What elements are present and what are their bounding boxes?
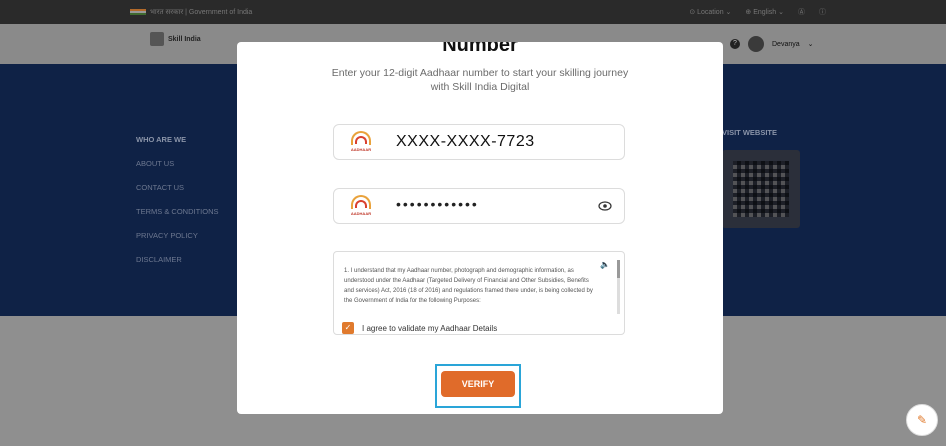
masked-value: •••••••••••• [396, 196, 479, 212]
footer-link[interactable]: DISCLAIMER [136, 248, 219, 272]
footer-link[interactable]: PRIVACY POLICY [136, 224, 219, 248]
accessibility-icon[interactable]: Ⓐ [798, 7, 805, 17]
footer-links: WHO ARE WE ABOUT US CONTACT US TERMS & C… [136, 128, 219, 272]
chat-icon[interactable]: ✎ [906, 404, 938, 436]
aadhaar-logo-icon: AADHAAR [348, 195, 374, 219]
consent-scrollbar[interactable] [617, 260, 620, 314]
consent-box[interactable]: 1. I understand that my Aadhaar number, … [333, 251, 625, 335]
footer-link[interactable]: ABOUT US [136, 152, 219, 176]
help-icon[interactable]: ? [730, 39, 740, 49]
user-name[interactable]: Devanya [772, 41, 800, 48]
eye-icon[interactable] [598, 200, 612, 212]
government-bar: भारत सरकार | Government of India ⊙ Locat… [0, 0, 946, 24]
aadhaar-number-field[interactable]: AADHAAR XXXX-XXXX-7723 [333, 124, 625, 160]
modal-subtitle: Enter your 12-digit Aadhaar number to st… [331, 67, 629, 93]
india-flag-icon [130, 9, 146, 15]
aadhaar-modal: Number Enter your 12-digit Aadhaar numbe… [237, 42, 723, 414]
aadhaar-number-value: XXXX-XXXX-7723 [396, 133, 535, 150]
speaker-icon[interactable]: 🔈 [600, 260, 610, 269]
gov-bar-text: भारत सरकार | Government of India [150, 8, 253, 16]
verify-highlight: VERIFY [435, 364, 521, 408]
avatar[interactable] [748, 36, 764, 52]
modal-title: Number [442, 42, 518, 56]
emblem-icon [150, 32, 164, 46]
aadhaar-logo-icon: AADHAAR [348, 131, 374, 155]
footer-section-title: WHO ARE WE [136, 135, 187, 144]
language-selector[interactable]: ⊕ English ⌄ [745, 8, 784, 16]
consent-text: 1. I understand that my Aadhaar number, … [344, 268, 593, 304]
footer-link[interactable]: CONTACT US [136, 176, 219, 200]
info-icon[interactable]: ⓘ [819, 7, 826, 17]
visit-website-title: VISIT WEBSITE [722, 128, 778, 137]
qr-code [722, 150, 800, 228]
agree-checkbox[interactable]: ✓ [342, 322, 354, 334]
aadhaar-masked-field[interactable]: AADHAAR •••••••••••• [333, 188, 625, 224]
footer-link[interactable]: TERMS & CONDITIONS [136, 200, 219, 224]
agree-row[interactable]: ✓ I agree to validate my Aadhaar Details [342, 322, 497, 334]
location-selector[interactable]: ⊙ Location ⌄ [689, 8, 731, 16]
chevron-down-icon[interactable]: ⌄ [808, 40, 814, 48]
agree-label: I agree to validate my Aadhaar Details [362, 323, 498, 333]
verify-button[interactable]: VERIFY [441, 371, 515, 397]
site-logo[interactable]: Skill India [150, 32, 201, 46]
